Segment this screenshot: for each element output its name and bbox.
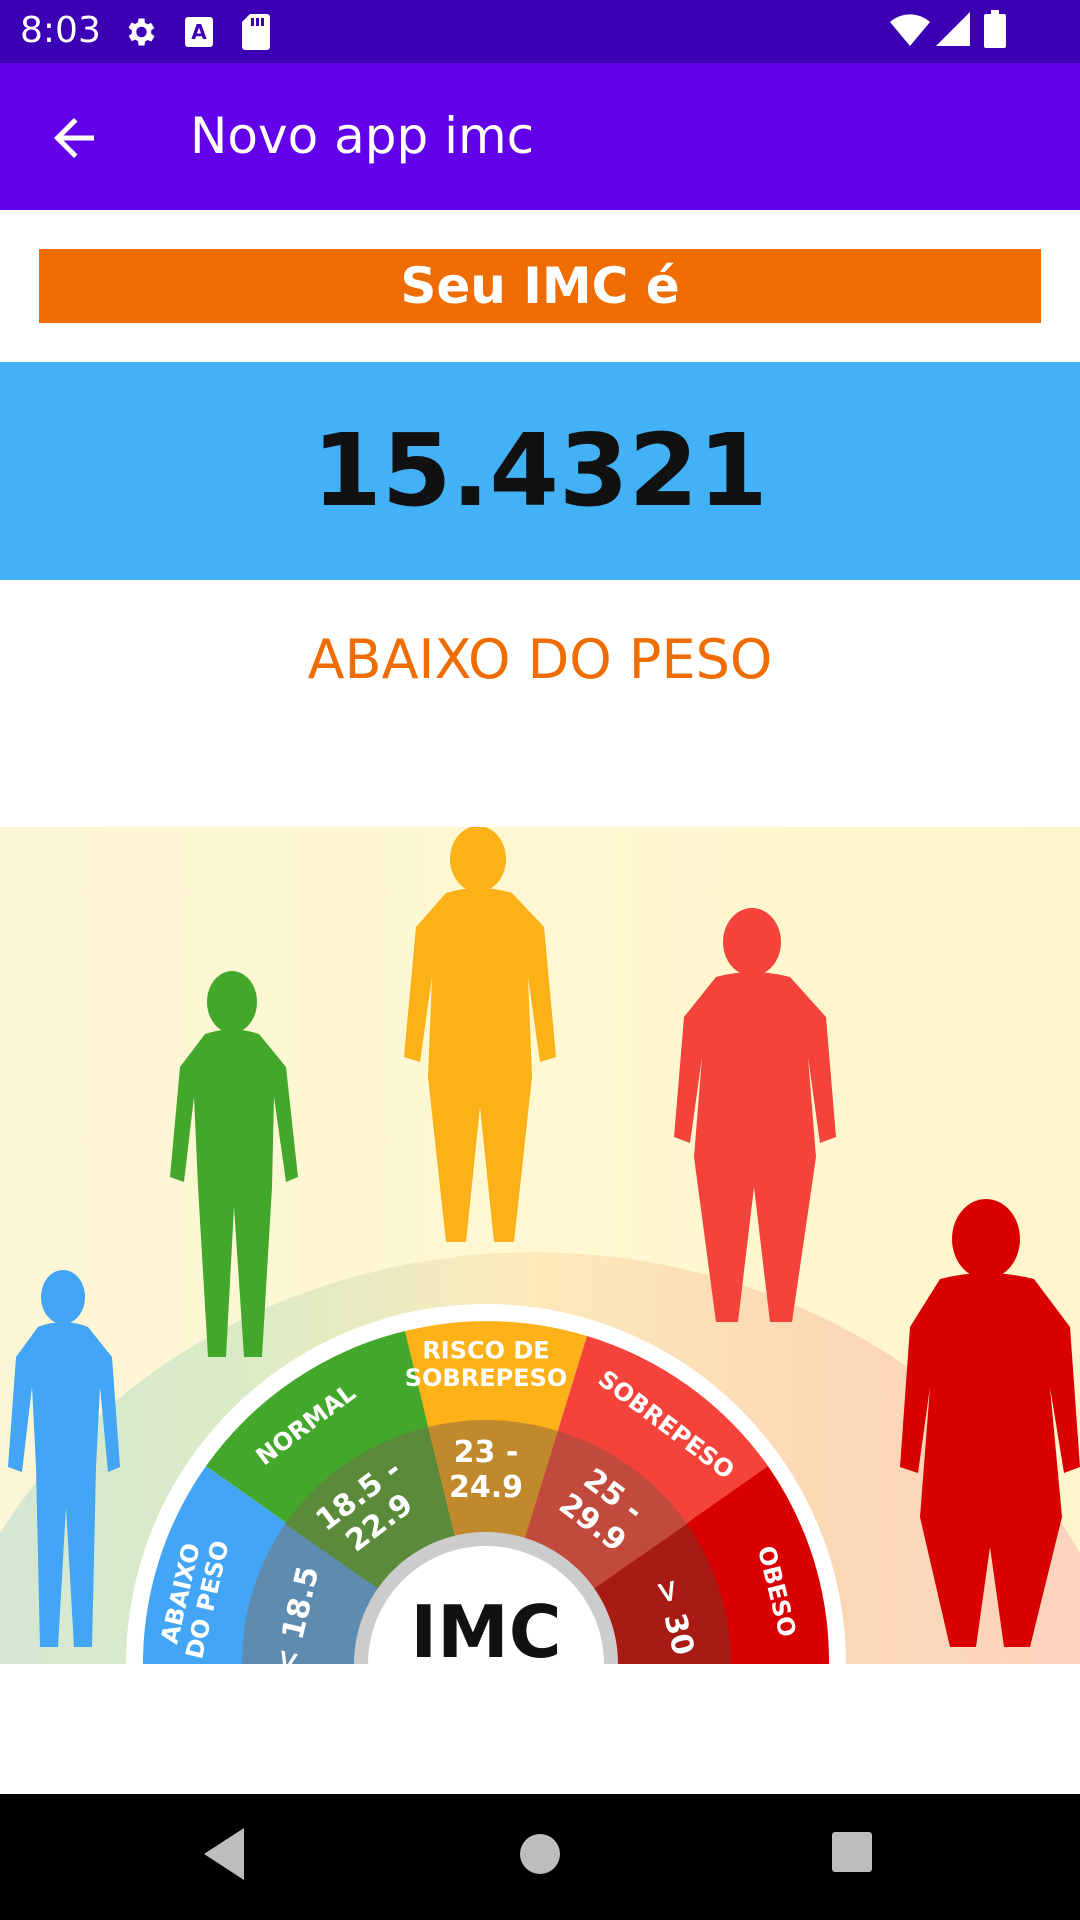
navigation-bar xyxy=(0,1794,1080,1920)
wifi-icon xyxy=(890,14,930,46)
signal-icon xyxy=(936,12,970,46)
sd-card-icon xyxy=(242,14,270,50)
status-time: 8:03 xyxy=(20,10,101,51)
imc-chart-illustration: IMC ABAIXODO PESO < 18.5NORMAL18.5 -22.9R… xyxy=(0,827,1080,1664)
status-bar: 8:03 A xyxy=(0,0,1080,63)
gauge-range-label-2: 23 -24.9 xyxy=(449,1435,523,1505)
recents-square-icon[interactable] xyxy=(830,1830,874,1874)
arrow-back-icon[interactable] xyxy=(44,108,104,168)
a-notification-icon: A xyxy=(185,17,213,47)
gear-icon xyxy=(128,18,155,46)
app-bar: Novo app imc xyxy=(0,63,1080,210)
imc-category: ABAIXO DO PESO xyxy=(307,628,773,691)
back-triangle-icon[interactable] xyxy=(200,1824,248,1884)
imc-value: 15.4321 xyxy=(312,412,768,529)
page-title: Novo app imc xyxy=(190,107,535,165)
gauge-center-label: IMC xyxy=(410,1590,561,1664)
home-circle-icon[interactable] xyxy=(516,1830,564,1878)
imc-heading-banner: Seu IMC é xyxy=(39,249,1041,323)
gauge-name-label-2: RISCO DE SOBREPESO xyxy=(405,1337,568,1393)
battery-icon xyxy=(984,10,1006,48)
imc-value-box: 15.4321 xyxy=(0,362,1080,580)
svg-text:A: A xyxy=(191,20,207,44)
